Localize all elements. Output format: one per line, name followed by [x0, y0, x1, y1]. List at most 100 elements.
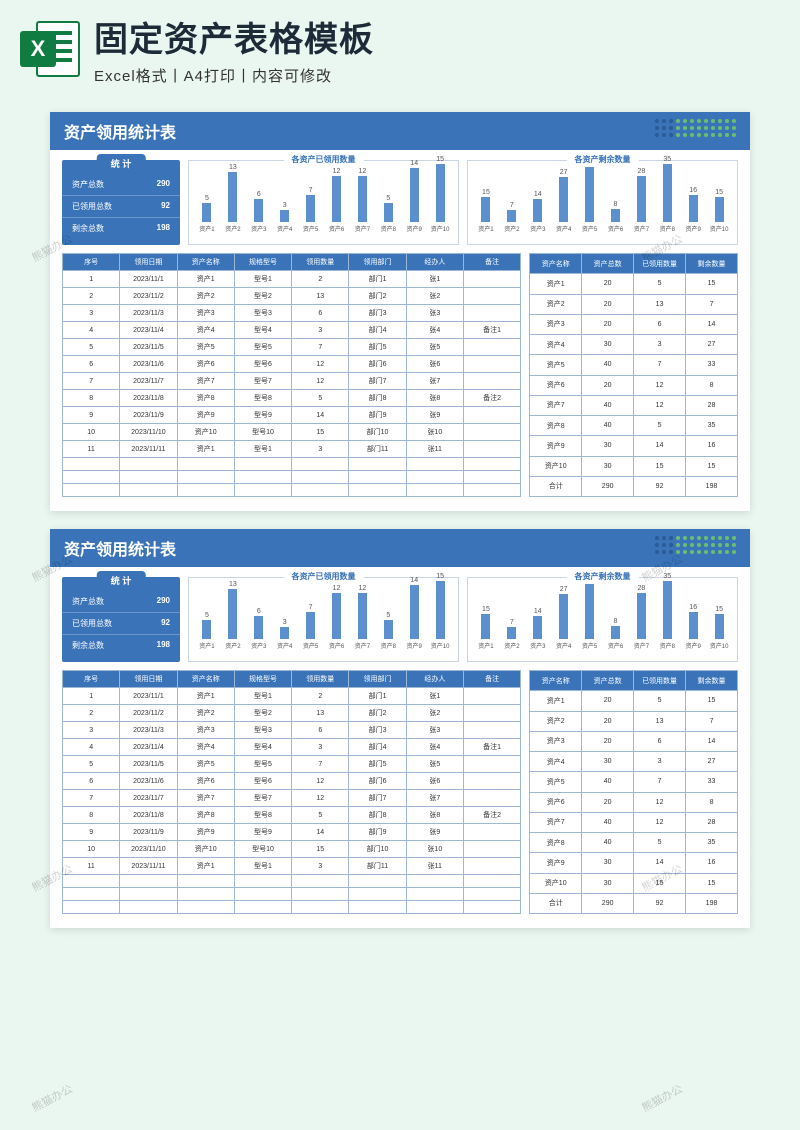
chart-title: 各资产已领用数量	[284, 154, 364, 165]
cell	[63, 458, 120, 471]
cell: 2023/11/10	[120, 841, 177, 858]
bar-value: 14	[534, 608, 542, 615]
bar	[202, 620, 211, 639]
cell	[292, 458, 349, 471]
stat-label: 已领用总数	[72, 201, 112, 212]
bar	[689, 195, 698, 222]
bar-label: 资产1	[199, 641, 214, 650]
cell: 7	[292, 339, 349, 356]
bar-value: 5	[386, 195, 390, 202]
cell: 40	[582, 812, 634, 832]
cell	[463, 790, 520, 807]
cell: 部门9	[349, 824, 406, 841]
cell: 资产1	[530, 691, 582, 711]
cell: 张2	[406, 705, 463, 722]
table-usage: 序号领用日期资产名称规格型号领用数量领用部门经办人备注12023/11/1资产1…	[62, 670, 521, 914]
cell: 2023/11/5	[120, 339, 177, 356]
col-header: 资产名称	[177, 671, 234, 688]
cell: 7	[63, 373, 120, 390]
cell: 2023/11/3	[120, 722, 177, 739]
cell: 2023/11/1	[120, 271, 177, 288]
cell: 张10	[406, 841, 463, 858]
col-header: 备注	[463, 254, 520, 271]
col-header: 规格型号	[234, 254, 291, 271]
cell: 备注2	[463, 390, 520, 407]
cell	[349, 901, 406, 914]
stat-value: 198	[157, 223, 170, 234]
cell: 20	[582, 294, 634, 314]
cell: 部门5	[349, 756, 406, 773]
cell: 20	[582, 792, 634, 812]
cell	[120, 471, 177, 484]
cell: 部门4	[349, 739, 406, 756]
bar-value: 15	[436, 156, 444, 163]
cell: 部门10	[349, 841, 406, 858]
cell: 资产7	[530, 812, 582, 832]
excel-icon: X	[20, 19, 80, 79]
cell	[292, 888, 349, 901]
cell: 2023/11/2	[120, 705, 177, 722]
cell: 部门11	[349, 441, 406, 458]
cell: 备注2	[463, 807, 520, 824]
cell: 8	[686, 375, 738, 395]
cell	[234, 875, 291, 888]
cell: 部门2	[349, 288, 406, 305]
cell: 30	[582, 456, 634, 476]
cell: 资产8	[530, 416, 582, 436]
cell: 9	[63, 824, 120, 841]
stat-card: 统 计 资产总数290已领用总数92剩余总数198	[62, 160, 180, 245]
cell	[234, 471, 291, 484]
cell: 3	[292, 322, 349, 339]
cell: 7	[63, 790, 120, 807]
bar-label: 资产4	[277, 641, 292, 650]
stat-rows: 资产总数290已领用总数92剩余总数198	[62, 174, 180, 239]
cell: 8	[686, 792, 738, 812]
cell: 张4	[406, 322, 463, 339]
cell: 14	[686, 314, 738, 334]
cell: 12	[292, 373, 349, 390]
cell: 张1	[406, 688, 463, 705]
bar-value: 15	[482, 189, 490, 196]
col-header: 已领用数量	[634, 254, 686, 274]
cell: 15	[686, 274, 738, 294]
cell: 7	[686, 294, 738, 314]
cell	[463, 756, 520, 773]
cell	[463, 901, 520, 914]
cell: 2023/11/7	[120, 790, 177, 807]
cell: 12	[634, 812, 686, 832]
cell: 型号7	[234, 373, 291, 390]
cell	[292, 901, 349, 914]
cell: 7	[686, 711, 738, 731]
bar-label: 资产7	[355, 641, 370, 650]
stat-value: 198	[157, 640, 170, 651]
cell	[120, 901, 177, 914]
bar-label: 资产6	[329, 641, 344, 650]
cell: 5	[63, 756, 120, 773]
bar	[332, 176, 341, 222]
cell: 15	[634, 456, 686, 476]
cell: 40	[582, 772, 634, 792]
cell: 张6	[406, 356, 463, 373]
bar	[228, 172, 237, 222]
cell	[63, 901, 120, 914]
bar-label: 资产1	[478, 224, 493, 233]
bar-value: 28	[637, 585, 645, 592]
cell: 资产4	[177, 739, 234, 756]
stat-label: 资产总数	[72, 596, 104, 607]
cell: 290	[582, 476, 634, 496]
cell: 4	[63, 322, 120, 339]
chart-title: 各资产剩余数量	[567, 571, 639, 582]
cell: 资产7	[530, 395, 582, 415]
cell: 5	[634, 274, 686, 294]
cell: 6	[63, 356, 120, 373]
cell: 14	[634, 853, 686, 873]
bar-label: 资产7	[355, 224, 370, 233]
cell: 2023/11/9	[120, 824, 177, 841]
cell: 5	[634, 416, 686, 436]
col-header: 领用部门	[349, 254, 406, 271]
bar-label: 资产2	[225, 641, 240, 650]
cell	[177, 875, 234, 888]
table-summary: 资产名称资产总数已领用数量剩余数量资产120515资产220137资产32061…	[529, 670, 738, 914]
cell: 3	[634, 335, 686, 355]
cell: 3	[63, 722, 120, 739]
